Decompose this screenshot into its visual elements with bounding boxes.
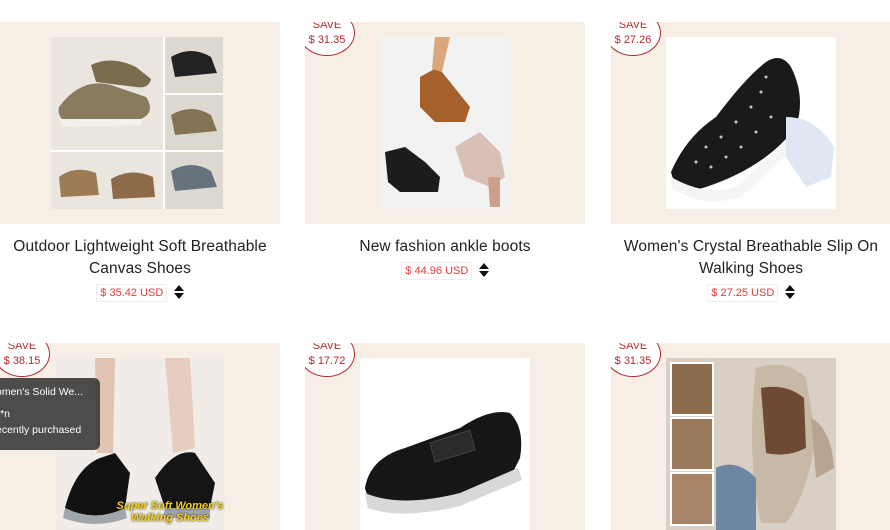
- product-card[interactable]: SAVE $ 31.35 New fashion ankle boots $ 4…: [305, 22, 585, 280]
- product-image-box[interactable]: SAVE $ 31.35: [611, 343, 890, 530]
- ankle-boots-image[interactable]: [380, 37, 510, 209]
- toast-status: ecently purchased: [0, 424, 82, 436]
- recent-purchase-toast[interactable]: omen's Solid We... **n ecently purchased: [0, 378, 100, 450]
- save-label: SAVE: [618, 22, 648, 31]
- product-price: $ 44.96 USD: [401, 262, 473, 280]
- sneaker-collage-image[interactable]: [51, 37, 223, 209]
- product-grid: Outdoor Lightweight Soft Breathable Canv…: [0, 0, 890, 530]
- save-amount: $ 38.15: [3, 355, 41, 367]
- currency-toggle-icon[interactable]: [784, 284, 795, 299]
- product-card[interactable]: Outdoor Lightweight Soft Breathable Canv…: [0, 22, 280, 302]
- save-amount: $ 27.26: [614, 34, 652, 46]
- save-amount: $ 31.35: [308, 34, 346, 46]
- image-caption: Walking Shoes: [130, 512, 210, 524]
- product-image-box[interactable]: SAVE $ 17.72: [305, 343, 585, 530]
- image-caption: Super Soft Women's: [116, 500, 224, 512]
- product-title[interactable]: Outdoor Lightweight Soft Breathable Canv…: [0, 236, 280, 280]
- save-badge: SAVE $ 17.72: [305, 343, 355, 377]
- save-amount: $ 17.72: [308, 355, 346, 367]
- product-price: $ 27.25 USD: [707, 284, 779, 302]
- price-row: $ 27.25 USD: [611, 283, 890, 302]
- product-card[interactable]: SAVE $ 31.35: [611, 343, 890, 530]
- save-label: SAVE: [312, 343, 342, 352]
- save-label: SAVE: [7, 343, 37, 352]
- currency-toggle-icon[interactable]: [173, 284, 184, 299]
- sandals-image[interactable]: [666, 358, 836, 530]
- save-badge: SAVE $ 31.35: [305, 22, 355, 56]
- product-image-box[interactable]: SAVE $ 27.26: [611, 22, 890, 224]
- price-row: $ 44.96 USD: [305, 261, 585, 280]
- save-badge: SAVE $ 31.35: [611, 343, 661, 377]
- product-image-box[interactable]: SAVE $ 31.35: [305, 22, 585, 224]
- price-row: $ 35.42 USD: [0, 283, 280, 302]
- product-title[interactable]: New fashion ankle boots: [305, 236, 585, 258]
- product-card[interactable]: SAVE $ 27.26 Women's Crystal Breathable …: [611, 22, 890, 302]
- currency-toggle-icon[interactable]: [478, 262, 489, 277]
- toast-buyer-name: **n: [0, 408, 11, 420]
- product-title[interactable]: Women's Crystal Breathable Slip On Walki…: [611, 236, 890, 280]
- toast-product-name: omen's Solid We...: [0, 386, 84, 398]
- save-amount: $ 31.35: [614, 355, 652, 367]
- save-label: SAVE: [618, 343, 648, 352]
- save-badge: SAVE $ 38.15: [0, 343, 50, 377]
- product-image-box[interactable]: [0, 22, 280, 224]
- crystal-slip-on-image[interactable]: [666, 37, 836, 209]
- black-slip-on-image[interactable]: [360, 358, 530, 530]
- product-card[interactable]: SAVE $ 17.72: [305, 343, 585, 530]
- product-price: $ 35.42 USD: [96, 284, 168, 302]
- save-badge: SAVE $ 27.26: [611, 22, 661, 56]
- save-label: SAVE: [312, 22, 342, 31]
